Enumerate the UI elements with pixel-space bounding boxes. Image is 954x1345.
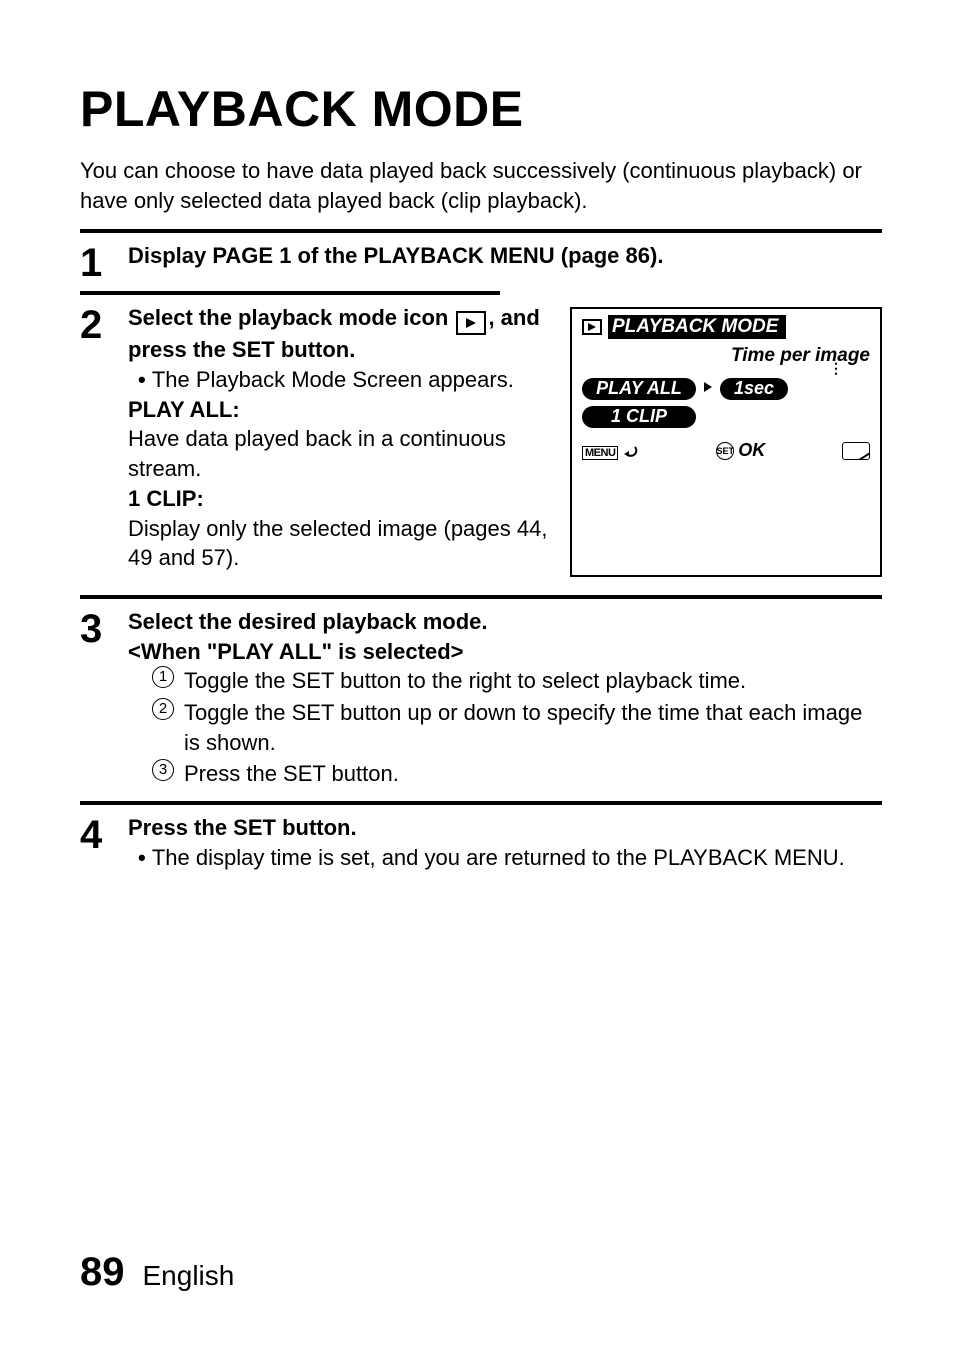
- osd-title-row: PLAYBACK MODE: [582, 315, 870, 339]
- play-icon: [456, 311, 486, 335]
- osd-one-clip-row: 1 CLIP: [582, 406, 870, 428]
- step-3-item-3: 3 Press the SET button.: [152, 759, 882, 789]
- step-2-number: 2: [80, 303, 128, 573]
- page-footer: 89 English: [80, 1250, 234, 1295]
- right-arrow-icon: [702, 380, 714, 398]
- one-clip-label: 1 CLIP:: [128, 484, 554, 514]
- separator: [80, 229, 882, 233]
- osd-menu-group: MENU: [582, 440, 639, 461]
- step-2-lead-a: Select the playback mode icon: [128, 305, 454, 330]
- separator: [80, 801, 882, 805]
- page-language: English: [143, 1260, 235, 1292]
- osd-time-per-image-label: Time per image: [582, 345, 870, 367]
- blank-box-icon: [842, 442, 870, 460]
- circled-2-icon: 2: [152, 698, 174, 720]
- step-3-lead: Select the desired playback mode.: [128, 607, 882, 637]
- osd-title-text: PLAYBACK MODE: [608, 315, 786, 339]
- step-3-list: 1 Toggle the SET button to the right to s…: [128, 666, 882, 789]
- step-3-item-1-text: Toggle the SET button to the right to se…: [184, 666, 882, 696]
- step-4-bullet: The display time is set, and you are ret…: [128, 843, 882, 873]
- separator-short: [80, 291, 500, 295]
- play-all-text: Have data played back in a continuous st…: [128, 424, 554, 483]
- one-clip-text: Display only the selected image (pages 4…: [128, 514, 554, 573]
- intro-text: You can choose to have data played back …: [80, 156, 882, 215]
- return-icon: [623, 444, 639, 458]
- step-3-item-2: 2 Toggle the SET button up or down to spe…: [152, 698, 882, 757]
- step-2: 2 Select the playback mode icon , and pr…: [80, 303, 554, 573]
- menu-badge: MENU: [582, 446, 618, 460]
- osd-time-value-pill: 1sec: [720, 378, 788, 400]
- step-3: 3 Select the desired playback mode. <Whe…: [80, 607, 882, 791]
- step-3-sub: <When "PLAY ALL" is selected>: [128, 637, 882, 667]
- osd-bottom-row: MENU SET OK: [582, 440, 870, 461]
- step-1: 1 Display PAGE 1 of the PLAYBACK MENU (p…: [80, 241, 882, 283]
- step-1-text: Display PAGE 1 of the PLAYBACK MENU (pag…: [128, 243, 663, 268]
- step-4-number: 4: [80, 813, 128, 872]
- play-all-label: PLAY ALL:: [128, 395, 554, 425]
- step-3-number: 3: [80, 607, 128, 791]
- osd-one-clip-pill: 1 CLIP: [582, 406, 696, 428]
- circled-3-icon: 3: [152, 759, 174, 781]
- page-title: PLAYBACK MODE: [80, 80, 882, 138]
- osd-panel: PLAYBACK MODE Time per image ⋮ PLAY ALL …: [570, 307, 882, 577]
- set-icon: SET: [716, 442, 734, 460]
- page-number: 89: [80, 1250, 125, 1295]
- step-3-item-3-text: Press the SET button.: [184, 759, 882, 789]
- osd-set-ok-group: SET OK: [716, 440, 765, 461]
- osd-ok-label: OK: [738, 440, 765, 461]
- osd-play-all-pill: PLAY ALL: [582, 378, 696, 400]
- osd-play-all-row: PLAY ALL 1sec: [582, 378, 870, 400]
- step-1-number: 1: [80, 241, 128, 283]
- step-3-item-1: 1 Toggle the SET button to the right to s…: [152, 666, 882, 696]
- circled-1-icon: 1: [152, 666, 174, 688]
- step-2-bullet: The Playback Mode Screen appears.: [128, 365, 554, 395]
- step-3-item-2-text: Toggle the SET button up or down to spec…: [184, 698, 882, 757]
- step-4: 4 Press the SET button. The display time…: [80, 813, 882, 872]
- separator: [80, 595, 882, 599]
- step-4-lead: Press the SET button.: [128, 813, 882, 843]
- play-icon: [582, 319, 602, 335]
